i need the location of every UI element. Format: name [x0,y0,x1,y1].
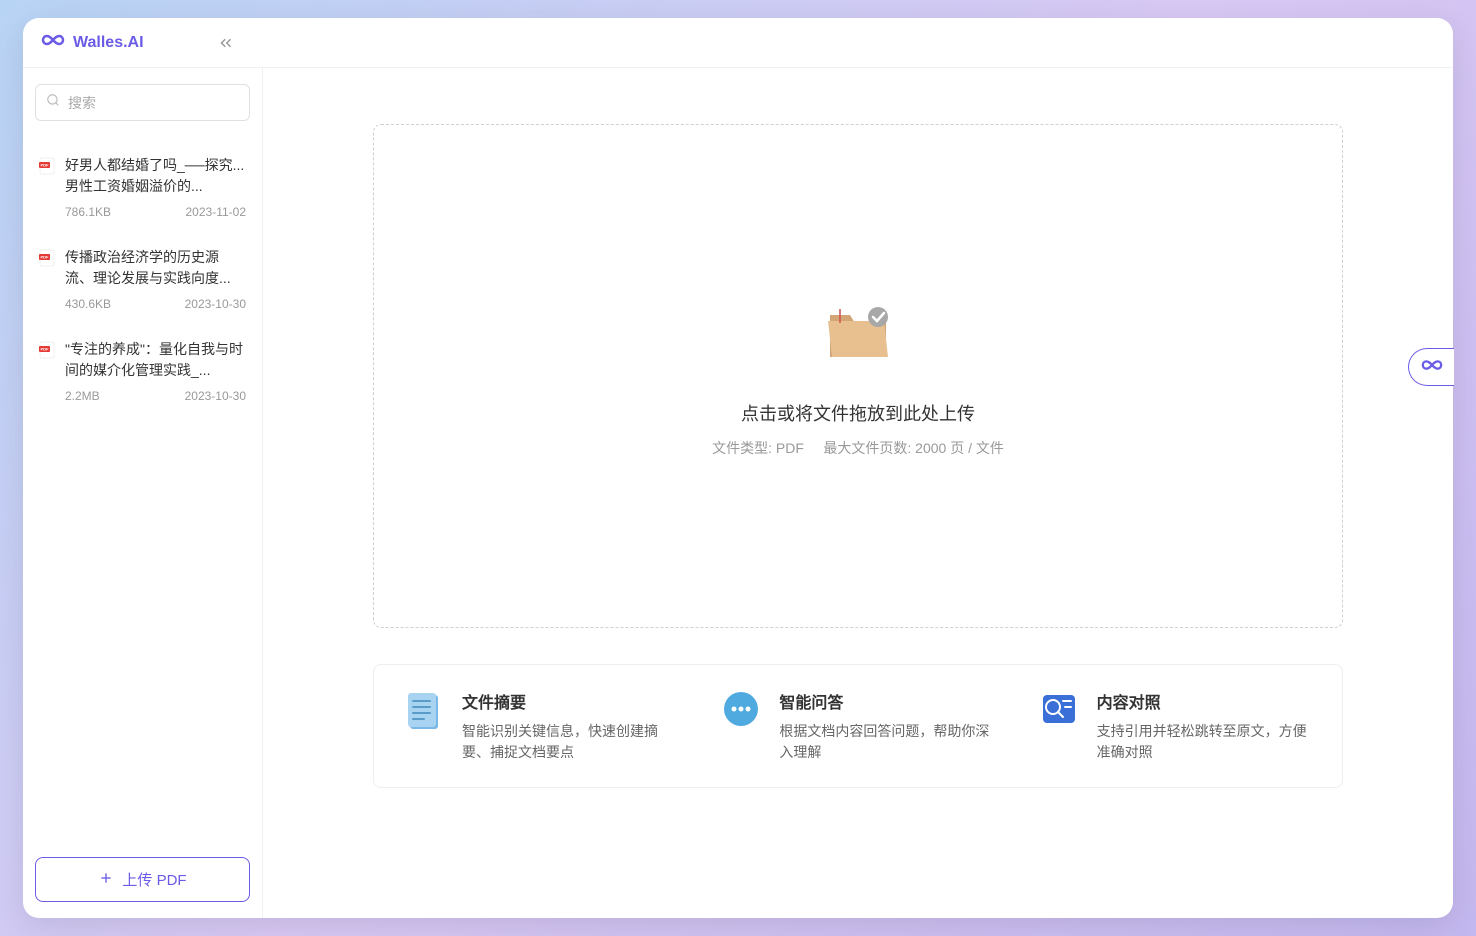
upload-prompt-text: 点击或将文件拖放到此处上传 [741,400,975,426]
main-content: 点击或将文件拖放到此处上传 文件类型: PDF 最大文件页数: 2000 页 /… [263,68,1453,918]
upload-drop-area[interactable]: 点击或将文件拖放到此处上传 文件类型: PDF 最大文件页数: 2000 页 /… [373,124,1343,628]
file-info: 好男人都结婚了吗_──探究...男性工资婚姻溢价的... 786.1KB 202… [65,155,246,219]
feature-text: 内容对照 支持引用并轻松跳转至原文，方便准确对照 [1097,689,1314,763]
file-size: 786.1KB [65,205,111,219]
file-meta: 430.6KB 2023-10-30 [65,297,246,311]
feature-desc: 智能识别关键信息，快速创建摘要、捕捉文档要点 [462,721,679,763]
file-size: 2.2MB [65,389,100,403]
file-info: "专注的养成"：量化自我与时间的媒介化管理实践_... 2.2MB 2023-1… [65,339,246,403]
plus-icon [98,870,114,890]
file-list: PDF 好男人都结婚了吗_──探究...男性工资婚姻溢价的... 786.1KB… [35,141,250,857]
feature-title: 智能问答 [779,689,996,713]
infinity-icon [41,28,65,57]
pdf-icon: PDF [39,247,55,311]
svg-text:PDF: PDF [41,347,50,352]
feature-compare: 内容对照 支持引用并轻松跳转至原文，方便准确对照 [1037,689,1314,763]
file-item[interactable]: PDF 好男人都结婚了吗_──探究...男性工资婚姻溢价的... 786.1KB… [35,141,250,233]
app-name: Walles.AI [73,34,144,52]
collapse-sidebar-button[interactable] [217,34,235,52]
search-input[interactable] [68,95,239,111]
search-box[interactable] [35,84,250,121]
feature-summary: 文件摘要 智能识别关键信息，快速创建摘要、捕捉文档要点 [402,689,679,763]
feature-qa: 智能问答 根据文档内容回答问题，帮助你深入理解 [719,689,996,763]
body: PDF 好男人都结婚了吗_──探究...男性工资婚姻溢价的... 786.1KB… [23,68,1453,918]
feature-title: 文件摘要 [462,689,679,713]
logo[interactable]: Walles.AI [41,28,144,57]
feature-cards: 文件摘要 智能识别关键信息，快速创建摘要、捕捉文档要点 [373,664,1343,788]
file-date: 2023-11-02 [186,205,247,219]
feature-text: 智能问答 根据文档内容回答问题，帮助你深入理解 [779,689,996,763]
file-item[interactable]: PDF "专注的养成"：量化自我与时间的媒介化管理实践_... 2.2MB 20… [35,325,250,417]
file-title: 传播政治经济学的历史源流、理论发展与实践向度... [65,247,246,289]
app-container: Walles.AI [23,18,1453,918]
upload-meta-text: 文件类型: PDF 最大文件页数: 2000 页 / 文件 [712,438,1004,458]
pdf-icon: PDF [39,155,55,219]
file-date: 2023-10-30 [185,389,246,403]
infinity-icon [1421,354,1443,381]
side-tab-button[interactable] [1408,348,1454,386]
chat-icon [719,689,763,763]
document-icon [402,689,446,763]
file-size: 430.6KB [65,297,111,311]
svg-text:PDF: PDF [41,255,50,260]
compare-icon [1037,689,1081,763]
file-meta: 2.2MB 2023-10-30 [65,389,246,403]
upload-button-label: 上传 PDF [122,869,186,890]
search-icon [46,93,60,112]
svg-text:PDF: PDF [41,163,50,168]
pdf-icon: PDF [39,339,55,403]
header: Walles.AI [23,18,1453,68]
feature-desc: 根据文档内容回答问题，帮助你深入理解 [779,721,996,763]
chevrons-left-icon [217,34,235,52]
folder-upload-icon [820,295,896,400]
file-date: 2023-10-30 [185,297,246,311]
feature-desc: 支持引用并轻松跳转至原文，方便准确对照 [1097,721,1314,763]
feature-title: 内容对照 [1097,689,1314,713]
file-title: 好男人都结婚了吗_──探究...男性工资婚姻溢价的... [65,155,246,197]
file-title: "专注的养成"：量化自我与时间的媒介化管理实践_... [65,339,246,381]
file-item[interactable]: PDF 传播政治经济学的历史源流、理论发展与实践向度... 430.6KB 20… [35,233,250,325]
file-meta: 786.1KB 2023-11-02 [65,205,246,219]
feature-text: 文件摘要 智能识别关键信息，快速创建摘要、捕捉文档要点 [462,689,679,763]
file-info: 传播政治经济学的历史源流、理论发展与实践向度... 430.6KB 2023-1… [65,247,246,311]
sidebar: PDF 好男人都结婚了吗_──探究...男性工资婚姻溢价的... 786.1KB… [23,68,263,918]
upload-pdf-button[interactable]: 上传 PDF [35,857,250,902]
